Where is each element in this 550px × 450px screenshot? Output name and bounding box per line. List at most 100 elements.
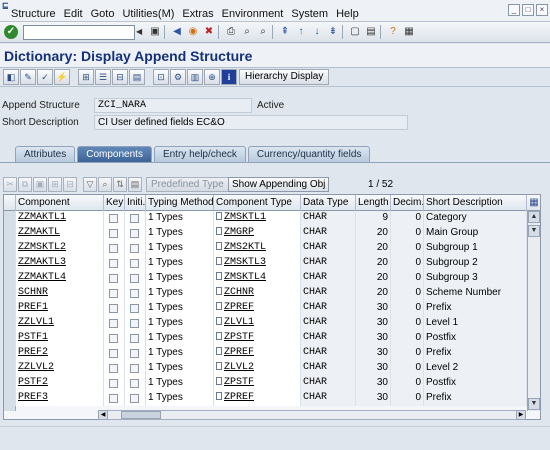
checkbox[interactable] xyxy=(130,394,139,403)
cell-typing-method[interactable]: 1 Types xyxy=(146,226,214,241)
table-row[interactable]: PREF2 1 Types ZPREF CHAR 30 0 Prefix xyxy=(4,346,527,361)
checkbox[interactable] xyxy=(109,259,118,268)
cell-component-type[interactable]: ZMGRP xyxy=(214,226,301,241)
display-change-icon[interactable]: ✎ xyxy=(20,69,36,85)
command-dropdown-icon[interactable]: ◀ xyxy=(136,27,142,36)
enter-check-icon[interactable]: ✓ xyxy=(4,25,18,39)
copy-icon[interactable]: ⧉ xyxy=(18,177,32,192)
cell-component[interactable]: PREF3 xyxy=(16,391,104,406)
tab-currency-quantity-fields[interactable]: Currency/quantity fields xyxy=(247,146,371,162)
checkbox[interactable] xyxy=(130,289,139,298)
column-header-length[interactable]: Length xyxy=(356,195,391,211)
column-config-icon[interactable]: ▦ xyxy=(527,195,540,211)
tab-attributes[interactable]: Attributes xyxy=(15,146,76,162)
table-row[interactable]: ZZMAKTL1 1 Types ZMSKTL1 CHAR 9 0 Category xyxy=(4,211,527,226)
cell-component[interactable]: SCHNR xyxy=(16,286,104,301)
layout-menu-icon[interactable]: ▦ xyxy=(402,25,416,39)
menu-utilities[interactable]: Utilities(M) xyxy=(122,8,174,20)
find-next-icon[interactable]: ⌕ xyxy=(256,25,270,39)
column-header-data-type[interactable]: Data Type xyxy=(301,195,356,211)
close-icon[interactable]: × xyxy=(536,4,548,16)
cell-typing-method[interactable]: 1 Types xyxy=(146,286,214,301)
checkbox[interactable] xyxy=(109,349,118,358)
command-field[interactable] xyxy=(23,25,135,40)
display-object-list-icon[interactable]: ▤ xyxy=(129,69,145,85)
checkbox[interactable] xyxy=(130,304,139,313)
row-selector[interactable] xyxy=(4,226,16,241)
checkbox[interactable] xyxy=(130,244,139,253)
checkbox[interactable] xyxy=(109,304,118,313)
cell-component[interactable]: ZZMSKTL2 xyxy=(16,241,104,256)
menu-help[interactable]: Help xyxy=(336,8,359,20)
predefined-type-button[interactable]: Predefined Type xyxy=(146,177,229,192)
cell-component-type[interactable]: ZLVL1 xyxy=(214,316,301,331)
insert-row-icon[interactable]: ⊞ xyxy=(48,177,62,192)
scroll-down-icon[interactable]: ▼ xyxy=(528,398,540,410)
table-row[interactable]: ZZMAKTL 1 Types ZMGRP CHAR 20 0 Main Group xyxy=(4,226,527,241)
cell-component[interactable]: PSTF2 xyxy=(16,376,104,391)
select-all-header[interactable] xyxy=(4,195,16,211)
checkbox[interactable] xyxy=(109,334,118,343)
cell-component[interactable]: PREF2 xyxy=(16,346,104,361)
short-description-field[interactable]: CI User defined fields EC&O xyxy=(94,115,408,130)
table-row[interactable]: ZZLVL2 1 Types ZLVL2 CHAR 30 0 Level 2 xyxy=(4,361,527,376)
tab-entry-help-check[interactable]: Entry help/check xyxy=(153,146,246,162)
checkbox[interactable] xyxy=(109,319,118,328)
value-help-icon[interactable] xyxy=(216,302,222,310)
row-selector[interactable] xyxy=(4,391,16,406)
cell-component-type[interactable]: ZMS2KTL xyxy=(214,241,301,256)
row-selector[interactable] xyxy=(4,241,16,256)
column-header-initial[interactable]: Initi... xyxy=(125,195,146,211)
value-help-icon[interactable] xyxy=(216,227,222,235)
value-help-icon[interactable] xyxy=(216,287,222,295)
cell-typing-method[interactable]: 1 Types xyxy=(146,211,214,226)
next-page-icon[interactable]: ↓ xyxy=(310,25,324,39)
cell-component-type[interactable]: ZPREF xyxy=(214,346,301,361)
value-help-icon[interactable] xyxy=(216,317,222,325)
table-row[interactable]: ZZMAKTL4 1 Types ZMSKTL4 CHAR 20 0 Subgroup 3 xyxy=(4,271,527,286)
cell-component-type[interactable]: ZLVL2 xyxy=(214,361,301,376)
menu-extras[interactable]: Extras xyxy=(182,8,213,20)
menu-environment[interactable]: Environment xyxy=(222,8,284,20)
previous-page-icon[interactable]: ↑ xyxy=(294,25,308,39)
cell-component-type[interactable]: ZMSKTL1 xyxy=(214,211,301,226)
help-icon[interactable]: ? xyxy=(386,25,400,39)
find-icon[interactable]: ⌕ xyxy=(240,25,254,39)
row-selector[interactable] xyxy=(4,361,16,376)
checkbox[interactable] xyxy=(130,229,139,238)
column-header-component-type[interactable]: Component Type xyxy=(214,195,301,211)
cell-component[interactable]: ZZMAKTL3 xyxy=(16,256,104,271)
cell-typing-method[interactable]: 1 Types xyxy=(146,256,214,271)
cell-component[interactable]: PREF1 xyxy=(16,301,104,316)
technical-settings-icon[interactable]: ⚙ xyxy=(170,69,186,85)
checkbox[interactable] xyxy=(109,229,118,238)
cell-component-type[interactable]: ZPREF xyxy=(214,391,301,406)
value-help-icon[interactable] xyxy=(216,272,222,280)
print-icon[interactable]: ⎙ xyxy=(224,25,238,39)
horizontal-scrollbar[interactable]: ◀ ▶ xyxy=(98,410,526,420)
cell-typing-method[interactable]: 1 Types xyxy=(146,376,214,391)
cell-component-type[interactable]: ZPSTF xyxy=(214,376,301,391)
info-icon[interactable]: i xyxy=(221,69,237,85)
exit-icon[interactable]: ◉ xyxy=(186,25,200,39)
cell-component[interactable]: ZZMAKTL4 xyxy=(16,271,104,286)
table-row[interactable]: ZZMAKTL3 1 Types ZMSKTL3 CHAR 20 0 Subgroup 2 xyxy=(4,256,527,271)
cell-component-type[interactable]: ZPREF xyxy=(214,301,301,316)
table-row[interactable]: PSTF2 1 Types ZPSTF CHAR 30 0 Postfix xyxy=(4,376,527,391)
menu-structure[interactable]: Structure xyxy=(11,8,56,20)
column-header-short-description[interactable]: Short Description xyxy=(424,195,527,211)
cell-component[interactable]: ZZLVL1 xyxy=(16,316,104,331)
object-list-icon[interactable]: ☰ xyxy=(95,69,111,85)
value-help-icon[interactable] xyxy=(216,242,222,250)
cell-component-type[interactable]: ZMSKTL3 xyxy=(214,256,301,271)
scroll-left-icon[interactable]: ◀ xyxy=(98,410,108,420)
cell-component-type[interactable]: ZCHNR xyxy=(214,286,301,301)
table-row[interactable]: PREF3 1 Types ZPREF CHAR 30 0 Prefix xyxy=(4,391,527,406)
checkbox[interactable] xyxy=(130,334,139,343)
value-help-icon[interactable] xyxy=(216,332,222,340)
scroll-up-icon[interactable]: ▲ xyxy=(528,211,540,223)
first-page-icon[interactable]: ⇞ xyxy=(278,25,292,39)
navigation-icon[interactable]: ⊟ xyxy=(112,69,128,85)
row-selector[interactable] xyxy=(4,346,16,361)
column-header-key[interactable]: Key xyxy=(104,195,125,211)
